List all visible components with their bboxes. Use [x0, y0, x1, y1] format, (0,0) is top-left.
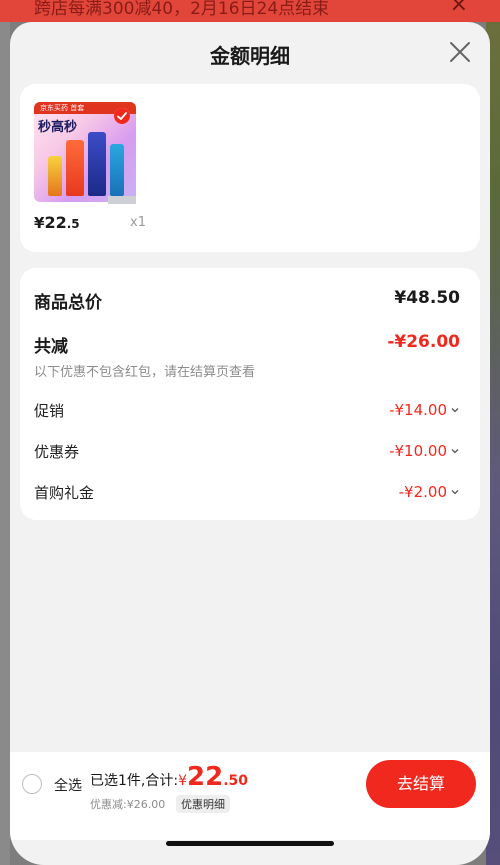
banner-close-icon: ×	[449, 0, 468, 17]
product-price: ¥22.5	[34, 213, 80, 232]
product-bottle	[110, 144, 124, 196]
product-bottle	[88, 132, 106, 196]
total-row: 商品总价 ¥48.50	[34, 288, 466, 313]
price-detail-card: 商品总价 ¥48.50 共减 -¥26.00 以下优惠不包含红包，请在结算页查看…	[20, 268, 480, 520]
product-bottle	[48, 156, 62, 196]
discount-note: 以下优惠不包含红包，请在结算页查看	[34, 365, 256, 380]
summary-amount-decimal: .50	[223, 773, 248, 789]
check-icon	[114, 108, 130, 124]
select-all-radio[interactable]	[22, 774, 42, 794]
close-icon	[450, 42, 470, 62]
discount-summary: 优惠减:¥26.00	[90, 798, 166, 811]
first-purchase-gift-row[interactable]: 首购礼金 -¥2.00	[34, 482, 466, 503]
reduce-value: -¥26.00	[387, 332, 460, 352]
chevron-down-icon	[450, 446, 460, 456]
product-bottle	[66, 140, 84, 196]
thumbnail-shadow	[108, 196, 136, 204]
coupon-value: -¥10.00	[389, 442, 447, 460]
summary-prefix: 已选1件,合计:	[90, 773, 179, 789]
summary-amount-integer: 22	[187, 762, 224, 792]
promotion-value: -¥14.00	[389, 401, 447, 419]
total-value: ¥48.50	[394, 288, 460, 308]
coupon-label: 优惠券	[34, 443, 80, 461]
summary-yen: ¥	[178, 773, 187, 789]
product-card: 京东买药 首套 秒高秒 ¥22.5 x1	[20, 84, 480, 252]
background-left-strip	[0, 22, 10, 865]
product-quantity: x1	[130, 215, 146, 230]
promotion-label: 促销	[34, 402, 65, 420]
summary-line: 已选1件,合计:¥22.50	[90, 762, 248, 792]
checkout-button[interactable]: 去结算	[366, 760, 476, 808]
first-purchase-gift-value-group: -¥2.00	[399, 483, 460, 501]
product-thumbnail[interactable]: 京东买药 首套 秒高秒	[34, 102, 136, 202]
banner-text: 跨店每满300减40，2月16日24点结束	[34, 0, 330, 19]
price-integer: 22	[44, 213, 67, 232]
sheet-title: 金额明细	[210, 44, 290, 68]
chevron-down-icon	[450, 405, 460, 415]
sheet-header: 金额明细	[10, 22, 490, 82]
coupon-row[interactable]: 优惠券 -¥10.00	[34, 441, 466, 462]
first-purchase-gift-value: -¥2.00	[398, 483, 447, 501]
reduce-row: 共减 -¥26.00	[34, 332, 466, 357]
price-decimal: .5	[66, 217, 80, 231]
amount-detail-sheet: 金额明细 京东买药 首套 秒高秒 ¥22.5 x1 商品总价 ¥48.50 共减…	[10, 22, 490, 865]
total-label: 商品总价	[34, 293, 102, 313]
promotion-value-group: -¥14.00	[389, 401, 460, 419]
select-all-label[interactable]: 全选	[54, 775, 82, 795]
thumbnail-title: 秒高秒	[38, 120, 78, 135]
discount-detail-button[interactable]: 优惠明细	[176, 795, 230, 813]
checkout-bar: 全选 已选1件,合计:¥22.50 优惠减:¥26.00 优惠明细 去结算	[10, 752, 490, 840]
coupon-value-group: -¥10.00	[389, 442, 460, 460]
first-purchase-gift-label: 首购礼金	[34, 484, 95, 502]
close-button[interactable]	[448, 40, 472, 64]
reduce-label: 共减	[34, 337, 68, 357]
chevron-down-icon	[450, 487, 460, 497]
promotion-row[interactable]: 促销 -¥14.00	[34, 400, 466, 421]
background-banner: 跨店每满300减40，2月16日24点结束 ×	[0, 0, 500, 22]
thumbnail-tag: 京东买药 首套	[40, 104, 85, 112]
home-indicator	[166, 841, 334, 846]
price-symbol: ¥	[34, 214, 45, 232]
